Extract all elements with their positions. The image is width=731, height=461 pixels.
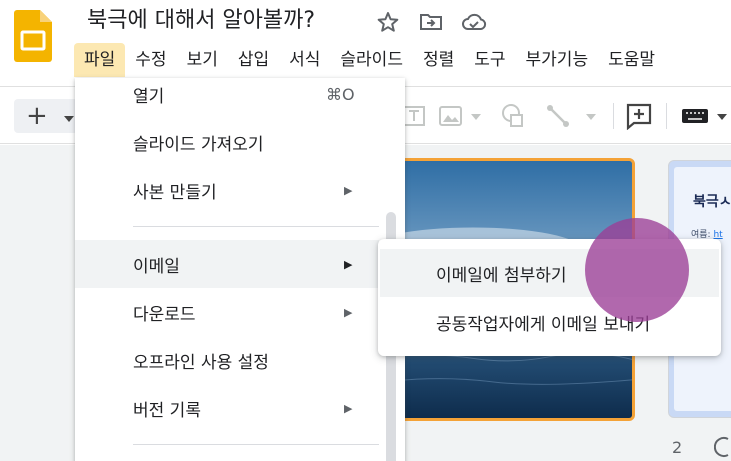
text-box-icon[interactable] xyxy=(402,99,426,133)
file-menu-item-open[interactable]: 열기 ⌘O xyxy=(75,70,379,118)
chevron-down-icon[interactable] xyxy=(63,107,74,126)
slide-thumbnail-title: 북극ㅅ xyxy=(693,194,731,210)
file-menu-item-label: 열기 xyxy=(133,86,165,107)
comment-add-icon[interactable] xyxy=(625,99,653,133)
file-menu-item-label: 사본 만들기 xyxy=(133,182,217,203)
submenu-arrow-icon: ▶ xyxy=(344,305,353,319)
file-menu-item-download[interactable]: 다운로드 ▶ xyxy=(75,288,379,336)
file-menu-item-import-slides[interactable]: 슬라이드 가져오기 xyxy=(75,118,379,166)
keyboard-shortcut: ⌘O xyxy=(326,84,355,104)
slide-number: 2 xyxy=(672,438,683,457)
file-menu-item-label: 슬라이드 가져오기 xyxy=(133,134,264,155)
slides-app-icon[interactable] xyxy=(14,10,52,62)
speaker-notes-icon[interactable] xyxy=(713,436,731,461)
menu-divider xyxy=(133,444,379,445)
menu-divider xyxy=(133,226,379,227)
submenu-arrow-icon: ▶ xyxy=(344,257,353,271)
shape-icon[interactable] xyxy=(498,99,526,133)
toolbar-divider xyxy=(613,103,614,129)
file-menu-item-make-copy[interactable]: 사본 만들기 ▶ xyxy=(75,166,379,214)
star-icon[interactable] xyxy=(374,8,401,35)
move-to-folder-icon[interactable] xyxy=(417,8,444,35)
file-menu-item-offline[interactable]: 오프라인 사용 설정 xyxy=(75,336,379,384)
toolbar-divider-2 xyxy=(666,103,667,129)
submenu-arrow-icon: ▶ xyxy=(344,183,353,197)
new-slide-button[interactable]: + xyxy=(14,99,78,133)
keyboard-icon[interactable] xyxy=(680,99,731,133)
menu-addons[interactable]: 부가기능 xyxy=(516,43,599,77)
file-menu-item-label: 오프라인 사용 설정 xyxy=(133,352,269,373)
menu-tools[interactable]: 도구 xyxy=(464,43,515,77)
menu-arrange[interactable]: 정렬 xyxy=(413,43,464,77)
file-menu-dropdown: 열기 ⌘O 슬라이드 가져오기 사본 만들기 ▶ 이메일 ▶ 다운로드 ▶ 오프… xyxy=(75,78,405,461)
file-menu-item-label: 버전 기록 xyxy=(133,400,201,421)
submenu-item-label: 이메일에 첨부하기 xyxy=(436,265,567,286)
file-menu-item-email[interactable]: 이메일 ▶ xyxy=(75,240,379,288)
plus-icon: + xyxy=(26,101,48,131)
document-title[interactable]: 북극에 대해서 알아볼까? xyxy=(87,6,315,36)
click-highlight-indicator xyxy=(585,218,689,322)
image-icon[interactable] xyxy=(438,99,484,133)
line-icon[interactable] xyxy=(546,99,602,133)
cloud-saved-icon[interactable] xyxy=(460,8,487,35)
file-menu-item-label: 이메일 xyxy=(133,256,180,277)
submenu-arrow-icon: ▶ xyxy=(344,401,353,415)
file-menu-item-label: 다운로드 xyxy=(133,304,196,325)
file-menu-item-version-history[interactable]: 버전 기록 ▶ xyxy=(75,384,379,432)
menu-help[interactable]: 도움말 xyxy=(598,43,665,77)
